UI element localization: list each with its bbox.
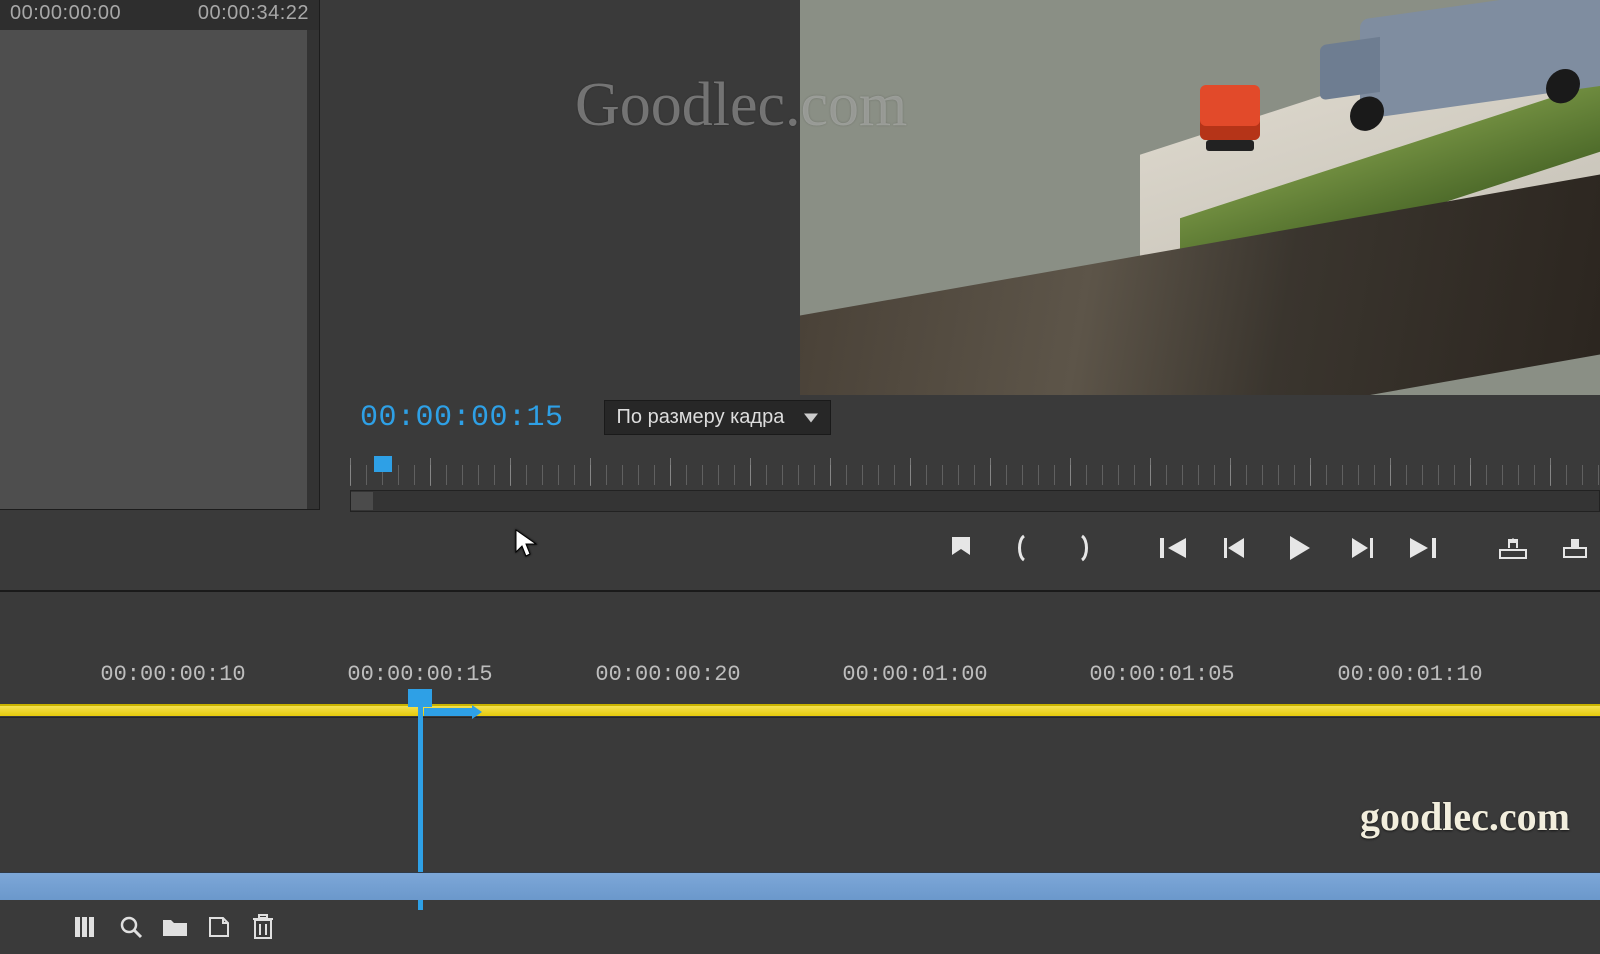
timeline-tick-label: 00:00:01:10 bbox=[1337, 662, 1482, 687]
timeline-tick-label: 00:00:01:05 bbox=[1089, 662, 1234, 687]
list-view-icon[interactable] bbox=[70, 910, 104, 944]
source-scrollbar[interactable] bbox=[307, 30, 319, 509]
extract-icon[interactable] bbox=[1550, 528, 1600, 568]
source-timecodes: 00:00:00:00 00:00:34:22 bbox=[0, 0, 319, 27]
playhead-drag-indicator bbox=[424, 708, 474, 716]
go-to-in-icon[interactable] bbox=[1150, 528, 1200, 568]
timeline-tick-label: 00:00:01:00 bbox=[842, 662, 987, 687]
play-icon[interactable] bbox=[1274, 528, 1324, 568]
program-mini-ruler[interactable] bbox=[350, 456, 1600, 492]
lift-icon[interactable] bbox=[1488, 528, 1538, 568]
timeline-panel: 00:00:00:10 00:00:00:15 00:00:00:20 00:00:0… bbox=[0, 590, 1600, 900]
zoom-dropdown[interactable]: По размеру кадра bbox=[604, 400, 832, 435]
program-timecode[interactable]: 00:00:00:15 bbox=[360, 401, 564, 435]
search-icon[interactable] bbox=[114, 910, 148, 944]
transport-bar bbox=[340, 523, 1600, 573]
source-out-tc: 00:00:34:22 bbox=[198, 2, 309, 25]
source-toolbar bbox=[0, 900, 320, 954]
mini-playhead[interactable] bbox=[374, 456, 392, 472]
timeline-tick-label: 00:00:00:15 bbox=[347, 662, 492, 687]
new-bin-icon[interactable] bbox=[202, 910, 236, 944]
step-forward-icon[interactable] bbox=[1336, 528, 1386, 568]
source-body bbox=[0, 30, 307, 509]
marker-icon[interactable] bbox=[936, 528, 986, 568]
video-clip[interactable] bbox=[0, 872, 1600, 900]
folder-icon[interactable] bbox=[158, 910, 192, 944]
video-tracks[interactable] bbox=[0, 717, 1600, 867]
step-back-icon[interactable] bbox=[1212, 528, 1262, 568]
timeline-ruler[interactable]: 00:00:00:10 00:00:00:15 00:00:00:20 00:00:0… bbox=[0, 662, 1600, 702]
work-area-bar[interactable] bbox=[0, 706, 1600, 716]
trash-icon[interactable] bbox=[246, 910, 280, 944]
source-in-tc: 00:00:00:00 bbox=[10, 2, 121, 25]
mini-scrollbar[interactable] bbox=[350, 490, 1600, 512]
out-point-icon[interactable] bbox=[1060, 528, 1110, 568]
go-to-out-icon[interactable] bbox=[1398, 528, 1448, 568]
timeline-tick-label: 00:00:00:20 bbox=[595, 662, 740, 687]
program-video bbox=[800, 0, 1600, 395]
program-panel: Goodlec.com 00:00:00:15 По размеру кадра bbox=[340, 0, 1600, 590]
source-panel: 00:00:00:00 00:00:34:22 bbox=[0, 0, 320, 510]
truck-shape bbox=[1360, 0, 1600, 120]
video-scene bbox=[800, 0, 1600, 395]
in-point-icon[interactable] bbox=[998, 528, 1048, 568]
timeline-tick-label: 00:00:00:10 bbox=[100, 662, 245, 687]
delivery-robot-shape bbox=[1200, 85, 1260, 140]
